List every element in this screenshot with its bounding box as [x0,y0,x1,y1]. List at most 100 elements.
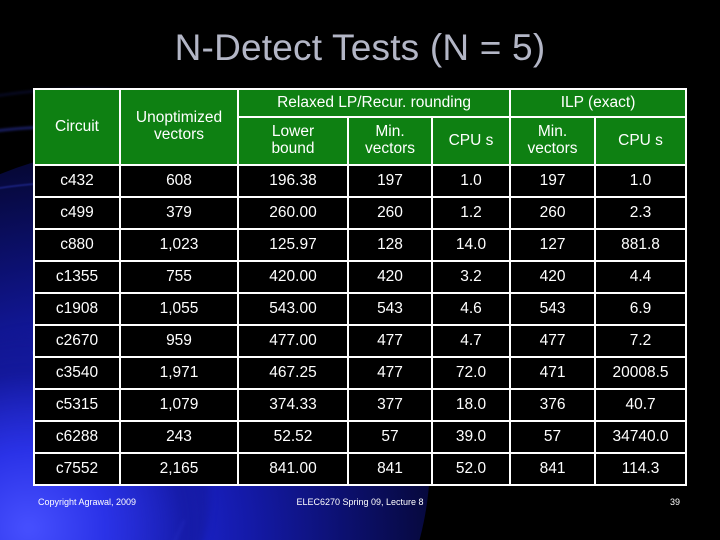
cell-unopt: 1,971 [119,356,239,390]
cell-unopt: 2,165 [119,452,239,486]
cell-unopt: 608 [119,164,239,198]
col-header-min-vectors-lp: Min. vectors [347,116,433,166]
cell-mv2: 376 [509,388,597,422]
cell-cpu1: 18.0 [430,388,512,422]
table-row: c499 379 260.00 260 1.2 260 2.3 [33,196,688,230]
cell-lb: 477.00 [237,324,349,358]
col-header-unoptimized-line2: vectors [154,126,204,143]
cell-lb: 125.97 [237,228,349,262]
cell-mv1: 377 [347,388,433,422]
cell-unopt: 1,079 [119,388,239,422]
col-header-lower-bound-line2: bound [271,140,315,157]
cell-cpu2: 40.7 [594,388,688,422]
cell-lb: 420.00 [237,260,349,294]
col-header-cpu-s-lp: CPU s [430,116,512,166]
cell-mv2: 471 [509,356,597,390]
col-header-cpu-s-ilp: CPU s [594,116,688,166]
cell-lb: 841.00 [237,452,349,486]
cell-circuit: c432 [33,164,121,198]
table-row: c3540 1,971 467.25 477 72.0 471 20008.5 [33,356,688,390]
col-header-unoptimized-vectors: Unoptimized vectors [119,88,239,166]
cell-cpu1: 52.0 [430,452,512,486]
results-table-container: Circuit Unoptimized vectors Relaxed LP/R… [33,88,688,486]
cell-circuit: c1908 [33,292,121,326]
col-header-min-vectors-lp-line1: Min. [375,123,405,141]
cell-cpu2: 20008.5 [594,356,688,390]
cell-unopt: 1,055 [119,292,239,326]
col-header-circuit: Circuit [33,88,121,166]
cell-mv1: 543 [347,292,433,326]
table-row: c6288 243 52.52 57 39.0 57 34740.0 [33,420,688,454]
cell-mv2: 197 [509,164,597,198]
table-row: c1908 1,055 543.00 543 4.6 543 6.9 [33,292,688,326]
col-group-header-ilp-exact: ILP (exact) [509,88,688,118]
cell-cpu1: 1.2 [430,196,512,230]
cell-mv1: 128 [347,228,433,262]
cell-cpu2: 4.4 [594,260,688,294]
cell-mv1: 420 [347,260,433,294]
col-header-min-vectors-lp-line2: vectors [365,140,415,157]
cell-lb: 196.38 [237,164,349,198]
cell-unopt: 243 [119,420,239,454]
cell-mv1: 477 [347,356,433,390]
col-group-header-relaxed-lp: Relaxed LP/Recur. rounding [236,88,512,118]
cell-cpu1: 1.0 [430,164,512,198]
cell-mv2: 260 [509,196,597,230]
col-header-unoptimized-line1: Unoptimized [135,109,223,127]
col-header-lower-bound: Lower bound [237,116,349,166]
cell-cpu2: 2.3 [594,196,688,230]
col-header-lower-bound-line1: Lower [271,123,315,141]
cell-lb: 467.25 [237,356,349,390]
cell-cpu2: 34740.0 [594,420,688,454]
cell-mv1: 841 [347,452,433,486]
cell-cpu2: 6.9 [594,292,688,326]
cell-unopt: 379 [119,196,239,230]
cell-cpu1: 39.0 [430,420,512,454]
cell-cpu1: 3.2 [430,260,512,294]
cell-cpu1: 4.6 [430,292,512,326]
table-row: c880 1,023 125.97 128 14.0 127 881.8 [33,228,688,262]
table-row: c1355 755 420.00 420 3.2 420 4.4 [33,260,688,294]
cell-circuit: c1355 [33,260,121,294]
cell-cpu2: 7.2 [594,324,688,358]
slide-canvas: N-Detect Tests (N = 5) Circuit Unoptimiz… [0,0,720,540]
cell-cpu2: 114.3 [594,452,688,486]
cell-lb: 52.52 [237,420,349,454]
cell-mv1: 57 [347,420,433,454]
cell-lb: 374.33 [237,388,349,422]
slide-footer: Copyright Agrawal, 2009 ELEC6270 Spring … [0,497,720,513]
cell-cpu2: 1.0 [594,164,688,198]
cell-unopt: 1,023 [119,228,239,262]
cell-cpu1: 4.7 [430,324,512,358]
cell-mv1: 197 [347,164,433,198]
cell-circuit: c7552 [33,452,121,486]
cell-mv2: 57 [509,420,597,454]
cell-lb: 260.00 [237,196,349,230]
cell-lb: 543.00 [237,292,349,326]
cell-unopt: 959 [119,324,239,358]
cell-mv2: 420 [509,260,597,294]
cell-unopt: 755 [119,260,239,294]
cell-circuit: c5315 [33,388,121,422]
footer-page-number: 39 [669,497,680,507]
table-header-group-row: Circuit Unoptimized vectors Relaxed LP/R… [33,88,688,166]
col-header-min-vectors-ilp: Min. vectors [509,116,597,166]
table-header: Circuit Unoptimized vectors Relaxed LP/R… [33,88,688,166]
cell-circuit: c499 [33,196,121,230]
cell-circuit: c2670 [33,324,121,358]
cell-mv2: 543 [509,292,597,326]
cell-cpu2: 881.8 [594,228,688,262]
table-row: c7552 2,165 841.00 841 52.0 841 114.3 [33,452,688,486]
cell-mv1: 260 [347,196,433,230]
results-table: Circuit Unoptimized vectors Relaxed LP/R… [33,88,688,486]
table-body: c432 608 196.38 197 1.0 197 1.0 c499 379 260.00 26… [33,164,688,486]
footer-course: ELEC6270 Spring 09, Lecture 8 [296,497,424,507]
cell-mv2: 127 [509,228,597,262]
cell-cpu1: 14.0 [430,228,512,262]
table-row: c432 608 196.38 197 1.0 197 1.0 [33,164,688,198]
cell-mv1: 477 [347,324,433,358]
cell-mv2: 841 [509,452,597,486]
col-header-min-vectors-ilp-line2: vectors [527,140,578,157]
table-row: c5315 1,079 374.33 377 18.0 376 40.7 [33,388,688,422]
cell-circuit: c880 [33,228,121,262]
